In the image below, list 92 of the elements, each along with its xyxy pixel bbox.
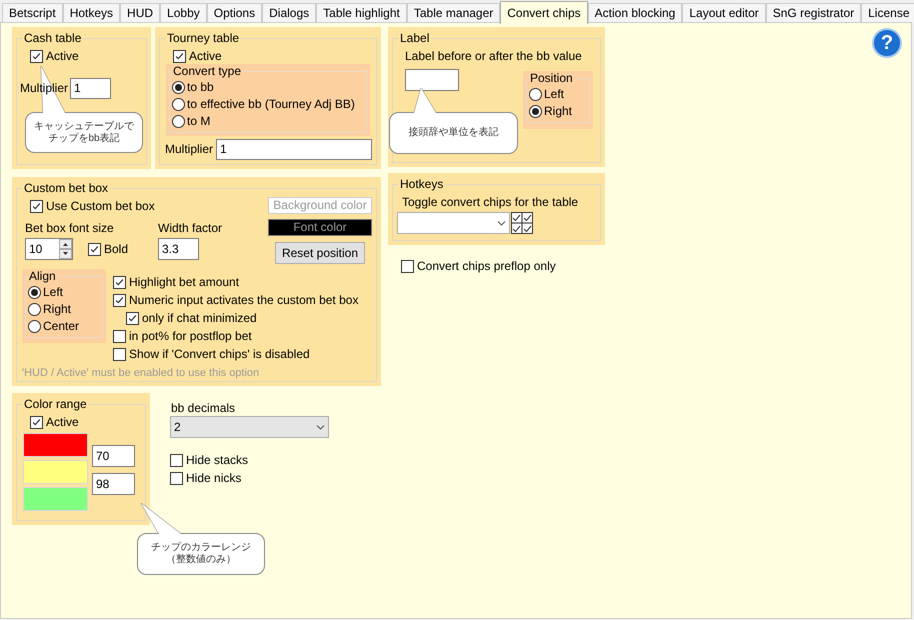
input-field[interactable]: 3.3	[158, 238, 199, 260]
checkbox[interactable]	[170, 454, 183, 467]
tab[interactable]: Options	[206, 3, 262, 23]
radio-label: Right	[43, 302, 72, 317]
field-label: Toggle convert chips for the table	[402, 195, 580, 210]
callout-text: キャッシュテーブルで チップをbb表記	[33, 120, 135, 144]
checkbox-label: only if chat minimized	[142, 310, 257, 326]
radio-button[interactable]	[28, 320, 41, 333]
hint-text: 'HUD / Active' must be enabled to use this option	[22, 366, 260, 381]
checkbox[interactable]	[88, 242, 101, 256]
tab[interactable]: Hotkeys	[62, 3, 120, 23]
chevron-down-icon	[497, 220, 506, 226]
group-title: Tourney table	[166, 31, 240, 46]
input-field[interactable]: 1	[70, 78, 112, 99]
tab[interactable]: SnG registrator	[766, 3, 862, 23]
radio-button[interactable]	[172, 81, 185, 94]
group-title: Label	[399, 31, 430, 46]
input-field[interactable]: 98	[92, 473, 135, 495]
field-label: Bet box font size	[25, 221, 115, 236]
checkbox-label: Convert chips preflop only	[417, 259, 556, 274]
dropdown[interactable]: 2	[170, 416, 329, 438]
checkbox[interactable]	[113, 276, 126, 288]
group-title: Align	[28, 269, 57, 284]
checkbox[interactable]	[30, 416, 43, 429]
radio-label: to bb	[187, 80, 214, 95]
reset-position-button[interactable]: Reset position	[275, 242, 365, 264]
checkbox-label: Bold	[104, 242, 128, 256]
group-title: Color range	[23, 397, 88, 412]
radio-button[interactable]	[28, 286, 41, 299]
checkbox[interactable]	[113, 348, 126, 360]
field-label: Multiplier	[20, 81, 68, 96]
checkbox-label: Active	[46, 49, 79, 64]
color-swatch[interactable]	[23, 433, 88, 457]
checkbox-label: Numeric input activates the custom bet box	[129, 292, 358, 308]
checkbox[interactable]	[113, 330, 126, 342]
tab[interactable]: Table highlight	[316, 3, 407, 23]
tab[interactable]: Betscript	[2, 3, 63, 23]
spin-field[interactable]: 10	[25, 238, 73, 260]
checkbox-label: Hide stacks	[186, 453, 248, 468]
checkbox-label: Hide nicks	[186, 471, 242, 486]
group-title: Cash table	[23, 31, 82, 46]
color-swatch[interactable]	[23, 460, 88, 484]
tab[interactable]: Convert chips	[500, 1, 588, 24]
radio-label: Left	[43, 285, 64, 300]
checkbox[interactable]	[173, 50, 186, 63]
checkbox-label: in pot% for postflop bet	[129, 328, 252, 344]
checkbox[interactable]	[401, 260, 414, 273]
radio-button[interactable]	[172, 98, 185, 111]
checkbox-label: Highlight bet amount	[129, 274, 240, 290]
group-title: Convert type	[172, 64, 242, 79]
radio-button[interactable]	[529, 105, 542, 118]
radio-button[interactable]	[529, 88, 542, 101]
input-field[interactable]: 1	[216, 139, 372, 160]
tab[interactable]: Layout editor	[682, 3, 766, 23]
radio-button[interactable]	[172, 115, 185, 128]
callout-text: チップのカラーレンジ （整数値のみ）	[150, 542, 252, 566]
checkbox[interactable]	[126, 312, 139, 324]
tab[interactable]: License	[861, 3, 914, 23]
input-field[interactable]: 70	[92, 445, 135, 467]
tab[interactable]: Action blocking	[588, 3, 682, 23]
group-title: Hotkeys	[399, 177, 444, 192]
radio-label: to M	[187, 114, 210, 129]
checkbox[interactable]	[30, 50, 43, 63]
checkbox[interactable]	[30, 200, 43, 213]
tab[interactable]: Lobby	[160, 3, 207, 23]
radio-label: to effective bb (Tourney Adj BB)	[187, 97, 355, 112]
checkbox-label: Show if 'Convert chips' is disabled	[129, 346, 310, 362]
help-button[interactable]: ?	[872, 28, 902, 58]
radio-label: Center	[43, 319, 80, 334]
tab[interactable]: Dialogs	[262, 3, 316, 23]
checkbox[interactable]	[113, 294, 126, 306]
callout-text: 接頭辞や単位を表記	[408, 127, 500, 139]
checkbox-label: Active	[189, 49, 222, 64]
checkbox[interactable]	[170, 472, 183, 485]
tab[interactable]: Table manager	[406, 3, 500, 23]
group-title: Custom bet box	[23, 181, 110, 196]
group-title: Position	[529, 71, 574, 86]
checkmarks-icon[interactable]	[511, 212, 533, 234]
field-label: Label before or after the bb value	[405, 49, 583, 64]
color-button[interactable]: Font color	[268, 219, 372, 236]
chevron-down-icon	[316, 424, 325, 430]
field-label: bb decimals	[171, 401, 236, 416]
field-label: Width factor	[158, 221, 222, 236]
spin-arrows-icon	[59, 239, 72, 259]
checkbox-label: Active	[46, 415, 79, 430]
field-label: Multiplier	[165, 142, 214, 157]
color-swatch[interactable]	[23, 487, 88, 511]
tab[interactable]: HUD	[120, 3, 160, 23]
radio-label: Right	[544, 104, 572, 119]
checkbox-label: Use Custom bet box	[46, 199, 155, 214]
radio-button[interactable]	[28, 303, 41, 316]
radio-label: Left	[544, 87, 564, 102]
